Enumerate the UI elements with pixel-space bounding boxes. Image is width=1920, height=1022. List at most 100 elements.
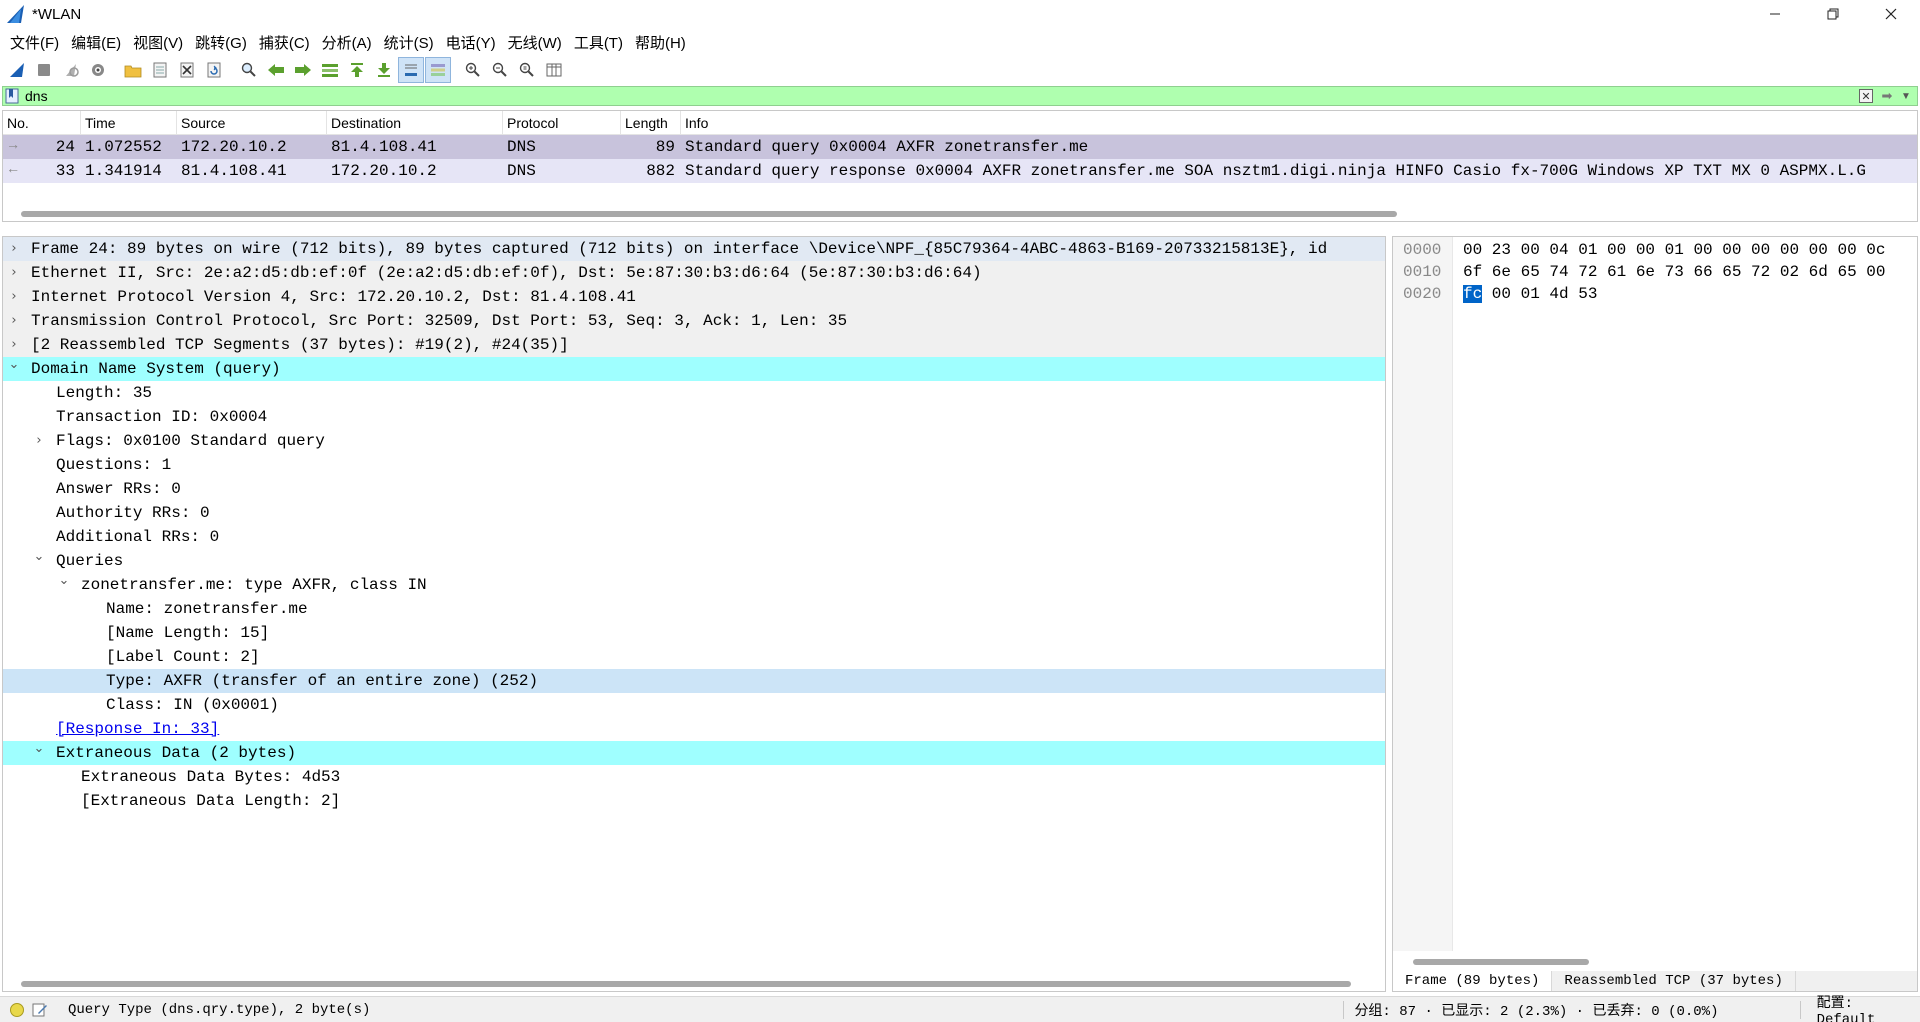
menu-analyze[interactable]: 分析(A): [316, 32, 378, 53]
tree-row[interactable]: ⌄ Domain Name System (query): [3, 357, 1385, 381]
zoom-in-icon[interactable]: [460, 57, 486, 83]
tree-row[interactable]: [Label Count: 2]: [3, 645, 1385, 669]
bookmark-icon[interactable]: [5, 88, 19, 104]
filter-history-dropdown-icon[interactable]: ▼: [1901, 91, 1913, 102]
stop-capture-icon[interactable]: [31, 57, 57, 83]
menu-go[interactable]: 跳转(G): [189, 32, 253, 53]
tree-row-label: zonetransfer.me: type AXFR, class IN: [81, 576, 427, 594]
tree-row[interactable]: › Internet Protocol Version 4, Src: 172.2…: [3, 285, 1385, 309]
go-first-icon[interactable]: [344, 57, 370, 83]
colorize-icon[interactable]: [425, 57, 451, 83]
close-file-icon[interactable]: [174, 57, 200, 83]
zoom-out-icon[interactable]: [487, 57, 513, 83]
expert-info-icon[interactable]: [10, 1002, 24, 1017]
chevron-down-icon[interactable]: ⌄: [32, 545, 46, 569]
tree-row[interactable]: Type: AXFR (transfer of an entire zone) …: [3, 669, 1385, 693]
menu-statistics[interactable]: 统计(S): [378, 32, 440, 53]
minimize-icon[interactable]: [1746, 0, 1804, 28]
chevron-right-icon[interactable]: ›: [7, 285, 21, 309]
tree-row[interactable]: ⌄ Queries: [3, 549, 1385, 573]
tree-row[interactable]: Authority RRs: 0: [3, 501, 1385, 525]
close-icon[interactable]: [1862, 0, 1920, 28]
column-header-destination[interactable]: Destination: [327, 110, 503, 135]
bytes-hex[interactable]: 00 23 00 04 01 00 00 01 00 00 00 00 00 0…: [1463, 239, 1885, 261]
chevron-right-icon[interactable]: ›: [7, 261, 21, 285]
column-header-source[interactable]: Source: [177, 110, 327, 135]
chevron-down-icon[interactable]: ⌄: [7, 353, 21, 377]
packet-list-horizontal-scrollbar[interactable]: [21, 211, 1397, 217]
resize-columns-icon[interactable]: [541, 57, 567, 83]
start-capture-icon[interactable]: [4, 57, 30, 83]
clear-filter-icon[interactable]: ✕: [1859, 89, 1873, 103]
display-filter-input[interactable]: [22, 87, 1859, 105]
tree-row[interactable]: › Flags: 0x0100 Standard query: [3, 429, 1385, 453]
edit-comment-icon[interactable]: [32, 1002, 48, 1018]
bytes-hex[interactable]: 6f 6e 65 74 72 61 6e 73 66 65 72 02 6d 6…: [1463, 261, 1885, 283]
tree-row[interactable]: Length: 35: [3, 381, 1385, 405]
chevron-down-icon[interactable]: ⌄: [32, 737, 46, 761]
tree-row[interactable]: › Transmission Control Protocol, Src Port…: [3, 309, 1385, 333]
tree-row[interactable]: [Name Length: 15]: [3, 621, 1385, 645]
selected-byte[interactable]: fc: [1463, 285, 1483, 303]
go-last-icon[interactable]: [371, 57, 397, 83]
tree-row[interactable]: Name: zonetransfer.me: [3, 597, 1385, 621]
find-packet-icon[interactable]: [236, 57, 262, 83]
chevron-right-icon[interactable]: ›: [7, 309, 21, 333]
zoom-normal-icon[interactable]: [514, 57, 540, 83]
menu-capture[interactable]: 捕获(C): [253, 32, 316, 53]
menu-view[interactable]: 视图(V): [127, 32, 189, 53]
tab-frame-bytes[interactable]: Frame (89 bytes): [1393, 971, 1553, 991]
tree-row[interactable]: Transaction ID: 0x0004: [3, 405, 1385, 429]
tree-row[interactable]: › [2 Reassembled TCP Segments (37 bytes):…: [3, 333, 1385, 357]
auto-scroll-icon[interactable]: [398, 57, 424, 83]
menu-help[interactable]: 帮助(H): [629, 32, 692, 53]
column-header-protocol[interactable]: Protocol: [503, 110, 621, 135]
tree-row[interactable]: Class: IN (0x0001): [3, 693, 1385, 717]
save-file-icon[interactable]: [147, 57, 173, 83]
tree-row[interactable]: ⌄ zonetransfer.me: type AXFR, class IN: [3, 573, 1385, 597]
column-header-info[interactable]: Info: [681, 111, 1917, 135]
tree-row-label: Frame 24: 89 bytes on wire (712 bits), 8…: [31, 240, 1328, 258]
menu-edit[interactable]: 编辑(E): [65, 32, 127, 53]
chevron-right-icon[interactable]: ›: [7, 237, 21, 261]
packet-length: 882: [646, 162, 675, 180]
bytes-hex[interactable]: 00 01 4d 53: [1482, 285, 1598, 303]
packet-row[interactable]: ← 33 1.341914 81.4.108.41 172.20.10.2 DN…: [3, 159, 1917, 183]
apply-filter-icon[interactable]: ➡: [1876, 88, 1898, 103]
bytes-offset: 0000: [1403, 241, 1442, 259]
column-header-time[interactable]: Time: [81, 110, 177, 135]
reload-file-icon[interactable]: [201, 57, 227, 83]
details-horizontal-scrollbar[interactable]: [21, 981, 1351, 987]
column-header-no[interactable]: No.: [3, 110, 81, 135]
capture-options-icon[interactable]: [85, 57, 111, 83]
go-back-icon[interactable]: [263, 57, 289, 83]
tree-row[interactable]: › Frame 24: 89 bytes on wire (712 bits), …: [3, 237, 1385, 261]
tree-row[interactable]: Additional RRs: 0: [3, 525, 1385, 549]
tree-row-label: [Response In: 33]: [56, 720, 220, 738]
column-header-length[interactable]: Length: [621, 110, 681, 135]
menu-wireless[interactable]: 无线(W): [502, 32, 568, 53]
menu-tools[interactable]: 工具(T): [568, 32, 629, 53]
open-file-icon[interactable]: [120, 57, 146, 83]
packet-row[interactable]: → 24 1.072552 172.20.10.2 81.4.108.41 DN…: [3, 135, 1917, 159]
tree-row[interactable]: Answer RRs: 0: [3, 477, 1385, 501]
bytes-horizontal-scrollbar[interactable]: [1413, 959, 1589, 965]
tree-row[interactable]: Questions: 1: [3, 453, 1385, 477]
menu-file[interactable]: 文件(F): [4, 32, 65, 53]
menu-telephony[interactable]: 电话(Y): [440, 32, 502, 53]
chevron-down-icon[interactable]: ⌄: [57, 569, 71, 593]
tree-row[interactable]: [Response In: 33]: [3, 717, 1385, 741]
go-forward-icon[interactable]: [290, 57, 316, 83]
tree-row[interactable]: Extraneous Data Bytes: 4d53: [3, 765, 1385, 789]
chevron-right-icon[interactable]: ›: [32, 429, 46, 453]
tree-row[interactable]: › Ethernet II, Src: 2e:a2:d5:db:ef:0f (2e…: [3, 261, 1385, 285]
go-to-packet-icon[interactable]: [317, 57, 343, 83]
packet-time: 1.341914: [85, 162, 162, 180]
status-profile[interactable]: 配置: Default: [1809, 992, 1920, 1022]
restore-icon[interactable]: [1804, 0, 1862, 28]
tree-row[interactable]: [Extraneous Data Length: 2]: [3, 789, 1385, 813]
restart-capture-icon[interactable]: [58, 57, 84, 83]
tab-reassembled-tcp-bytes[interactable]: Reassembled TCP (37 bytes): [1552, 971, 1796, 991]
main-toolbar: [0, 56, 1920, 84]
tree-row[interactable]: ⌄ Extraneous Data (2 bytes): [3, 741, 1385, 765]
